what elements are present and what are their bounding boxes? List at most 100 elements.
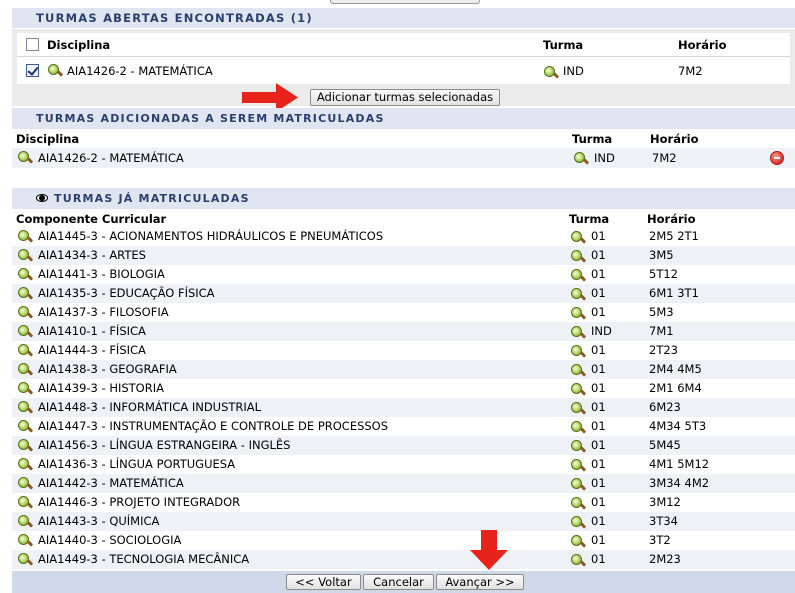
magnifier-icon[interactable] xyxy=(18,477,34,491)
enrolled-componente: AIA1456-3 - LÍNGUA ESTRANGEIRA - INGLÊS xyxy=(38,438,291,452)
magnifier-icon[interactable] xyxy=(18,382,34,396)
magnifier-icon[interactable] xyxy=(571,554,587,568)
next-button[interactable]: Avançar >> xyxy=(436,574,524,590)
enrolled-horario: 3T2 xyxy=(649,533,671,547)
magnifier-icon[interactable] xyxy=(18,306,34,320)
magnifier-icon[interactable] xyxy=(571,288,587,302)
back-button[interactable]: << Voltar xyxy=(286,574,361,590)
magnifier-icon[interactable] xyxy=(18,515,34,529)
magnifier-icon[interactable] xyxy=(571,364,587,378)
enrolled-col-componente: Componente Curricular xyxy=(16,212,167,226)
enrolled-turma: 01 xyxy=(591,533,606,547)
enrolled-componente: AIA1436-3 - LÍNGUA PORTUGUESA xyxy=(38,457,236,471)
enrolled-componente: AIA1446-3 - PROJETO INTEGRADOR xyxy=(38,495,241,509)
magnifier-icon[interactable] xyxy=(571,231,587,245)
added-horario: 7M2 xyxy=(652,151,677,165)
magnifier-icon[interactable] xyxy=(18,344,34,358)
enrolled-turma: 01 xyxy=(591,343,606,357)
added-disciplina: AIA1426-2 - MATEMÁTICA xyxy=(38,151,184,165)
magnifier-icon[interactable] xyxy=(18,458,34,472)
enrolled-horario: 6M1 3T1 xyxy=(649,286,699,300)
magnifier-icon[interactable] xyxy=(18,363,34,377)
navigation-footer: << Voltar Cancelar Avançar >> xyxy=(12,571,795,593)
enrolled-class-row: AIA1442-3 - MATEMÁTICA 01 3M34 4M2 xyxy=(12,474,795,493)
magnifier-icon[interactable] xyxy=(571,497,587,511)
open-classes-title: Turmas abertas encontradas (1) xyxy=(36,11,313,25)
enrolled-componente: AIA1445-3 - ACIONAMENTOS HIDRÁULICOS E P… xyxy=(38,229,384,243)
magnifier-icon[interactable] xyxy=(571,478,587,492)
enrolled-class-row: AIA1438-3 - GEOGRAFIA 01 2M4 4M5 xyxy=(12,360,795,379)
enrolled-turma: 01 xyxy=(591,476,606,490)
magnifier-icon[interactable] xyxy=(571,402,587,416)
added-class-row: AIA1426-2 - MATEMÁTICA IND 7M2 xyxy=(12,148,795,168)
eye-icon[interactable] xyxy=(36,194,48,202)
enrolled-horario: 3T34 xyxy=(649,514,678,528)
top-cutoff-button[interactable] xyxy=(330,0,480,4)
added-classes-title: Turmas adicionadas a serem matriculadas xyxy=(36,112,385,125)
magnifier-icon[interactable] xyxy=(18,287,34,301)
magnifier-icon[interactable] xyxy=(571,307,587,321)
row-disciplina: AIA1426-2 - MATEMÁTICA xyxy=(67,64,213,78)
add-selected-classes-button[interactable]: Adicionar turmas selecionadas xyxy=(310,89,500,106)
remove-icon[interactable] xyxy=(770,151,784,165)
enrolled-class-row: AIA1436-3 - LÍNGUA PORTUGUESA 01 4M1 5M12 xyxy=(12,455,795,474)
magnifier-icon[interactable] xyxy=(18,230,34,244)
enrolled-horario: 2M4 4M5 xyxy=(649,362,702,376)
magnifier-icon[interactable] xyxy=(18,325,34,339)
magnifier-icon[interactable] xyxy=(18,496,34,510)
magnifier-icon[interactable] xyxy=(18,401,34,415)
magnifier-icon[interactable] xyxy=(18,151,34,165)
magnifier-icon[interactable] xyxy=(571,250,587,264)
col-disciplina: Disciplina xyxy=(47,38,111,52)
enrolled-componente: AIA1441-3 - BIOLOGIA xyxy=(38,267,165,281)
added-col-disciplina: Disciplina xyxy=(16,132,80,146)
magnifier-icon[interactable] xyxy=(18,534,34,548)
enrolled-horario: 2M5 2T1 xyxy=(649,229,699,243)
open-class-row: AIA1426-2 - MATEMÁTICA IND 7M2 xyxy=(17,57,790,84)
magnifier-icon[interactable] xyxy=(571,440,587,454)
magnifier-icon[interactable] xyxy=(571,345,587,359)
magnifier-icon[interactable] xyxy=(571,383,587,397)
enrolled-turma: IND xyxy=(591,324,612,338)
magnifier-icon[interactable] xyxy=(18,439,34,453)
magnifier-icon[interactable] xyxy=(574,152,590,166)
magnifier-icon[interactable] xyxy=(571,459,587,473)
magnifier-icon[interactable] xyxy=(571,535,587,549)
enrolled-componente: AIA1410-1 - FÍSICA xyxy=(38,324,146,338)
col-horario: Horário xyxy=(678,38,727,52)
select-all-checkbox[interactable] xyxy=(26,38,39,51)
enrolled-horario: 7M1 xyxy=(649,324,674,338)
magnifier-icon[interactable] xyxy=(18,268,34,282)
open-classes-table-header: Disciplina Turma Horário xyxy=(17,33,790,57)
magnifier-icon[interactable] xyxy=(18,249,34,263)
enrolled-horario: 5M3 xyxy=(649,305,674,319)
enrolled-componente: AIA1439-3 - HISTORIA xyxy=(38,381,164,395)
magnifier-icon[interactable] xyxy=(544,66,560,80)
enrolled-class-row: AIA1447-3 - INSTRUMENTAÇÃO E CONTROLE DE… xyxy=(12,417,795,436)
open-classes-header: Turmas abertas encontradas (1) xyxy=(12,8,795,28)
row-checkbox[interactable] xyxy=(26,64,39,77)
enrolled-turma: 01 xyxy=(591,552,606,566)
enrolled-class-row: AIA1410-1 - FÍSICA IND 7M1 xyxy=(12,322,795,341)
enrolled-horario: 3M5 xyxy=(649,248,674,262)
enrolled-componente: AIA1443-3 - QUÍMICA xyxy=(38,514,160,528)
enrolled-componente: AIA1449-3 - TECNOLOGIA MECÂNICA xyxy=(38,552,250,566)
enrolled-componente: AIA1440-3 - SOCIOLOGIA xyxy=(38,533,182,547)
enrolled-turma: 01 xyxy=(591,400,606,414)
magnifier-icon[interactable] xyxy=(18,420,34,434)
magnifier-icon[interactable] xyxy=(571,421,587,435)
enrolled-horario: 5T12 xyxy=(649,267,678,281)
enrolled-turma: 01 xyxy=(591,495,606,509)
magnifier-icon[interactable] xyxy=(571,516,587,530)
magnifier-icon[interactable] xyxy=(18,553,34,567)
enrolled-classes-header: Turmas já matriculadas xyxy=(12,188,795,209)
cancel-button[interactable]: Cancelar xyxy=(363,574,434,590)
magnifier-icon[interactable] xyxy=(48,64,64,78)
magnifier-icon[interactable] xyxy=(571,326,587,340)
magnifier-icon[interactable] xyxy=(571,269,587,283)
enrolled-turma: 01 xyxy=(591,514,606,528)
enrolled-componente: AIA1434-3 - ARTES xyxy=(38,248,146,262)
enrolled-col-turma: Turma xyxy=(569,212,610,226)
enrolled-classes-title: Turmas já matriculadas xyxy=(54,192,250,205)
enrolled-componente: AIA1444-3 - FÍSICA xyxy=(38,343,146,357)
